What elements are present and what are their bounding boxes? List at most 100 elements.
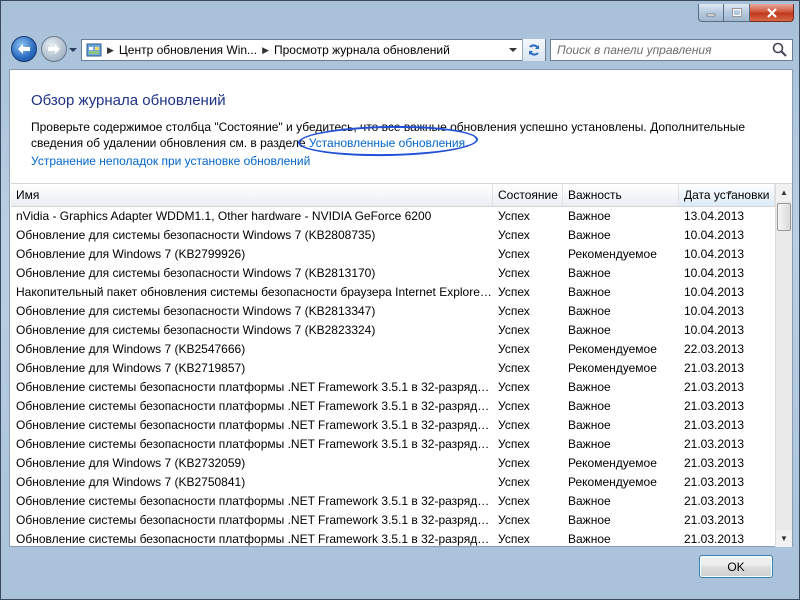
table-row[interactable]: Обновление системы безопасности платформ…: [11, 530, 775, 547]
maximize-icon: [731, 8, 742, 17]
table-row[interactable]: Обновление для системы безопасности Wind…: [11, 264, 775, 283]
back-button[interactable]: [11, 36, 37, 62]
table-row[interactable]: Обновление для Windows 7 (KB2719857) Успе…: [11, 359, 775, 378]
content-pane: Обзор журнала обновлений Проверьте содер…: [9, 69, 793, 547]
cell-name: Обновление системы безопасности платформ…: [16, 494, 493, 508]
cell-status: Успех: [498, 475, 530, 489]
close-button[interactable]: [750, 4, 794, 22]
cell-name: Обновление системы безопасности платформ…: [16, 399, 493, 413]
cell-name: Обновление системы безопасности платформ…: [16, 513, 493, 527]
troubleshoot-link[interactable]: Устранение неполадок при установке обнов…: [31, 154, 310, 168]
table-row[interactable]: Обновление для Windows 7 (KB2799926) Успе…: [11, 245, 775, 264]
table-row[interactable]: Обновление системы безопасности платформ…: [11, 378, 775, 397]
cell-status: Успех: [498, 418, 530, 432]
table-row[interactable]: nVidia - Graphics Adapter WDDM1.1, Other…: [11, 207, 775, 226]
table-row[interactable]: Обновление системы безопасности платформ…: [11, 416, 775, 435]
column-header-name[interactable]: Имя: [11, 184, 493, 206]
table-row[interactable]: Накопительный пакет обновления системы б…: [11, 283, 775, 302]
table-row[interactable]: Обновление системы безопасности платформ…: [11, 492, 775, 511]
cell-status: Успех: [498, 304, 530, 318]
cell-name: Обновление для системы безопасности Wind…: [16, 266, 376, 280]
cell-name: nVidia - Graphics Adapter WDDM1.1, Other…: [16, 209, 432, 223]
scroll-up-button[interactable]: ▲: [776, 184, 792, 201]
scrollbar-thumb[interactable]: [777, 203, 791, 231]
arrow-right-icon: [48, 44, 60, 54]
table-row[interactable]: Обновление для Windows 7 (KB2750841) Успе…: [11, 473, 775, 492]
cell-name: Обновление для системы безопасности Wind…: [16, 304, 376, 318]
cell-date: 21.03.2013: [684, 361, 745, 375]
cell-date: 21.03.2013: [684, 399, 745, 413]
cell-status: Успех: [498, 380, 530, 394]
cell-date: 10.04.2013: [684, 304, 745, 318]
address-bar[interactable]: ▶ Центр обновления Win... ▶ Просмотр жур…: [81, 39, 546, 61]
cell-importance: Рекомендуемое: [568, 456, 657, 470]
dialog-footer: OK: [1, 547, 799, 599]
maximize-button[interactable]: [724, 4, 750, 22]
cell-date: 21.03.2013: [684, 494, 745, 508]
cell-name: Обновление системы безопасности платформ…: [16, 380, 493, 394]
breadcrumb-separator-icon[interactable]: ▶: [260, 45, 271, 56]
navigation-bar: ▶ Центр обновления Win... ▶ Просмотр жур…: [9, 34, 793, 64]
address-dropdown-button[interactable]: [505, 40, 521, 60]
cell-date: 21.03.2013: [684, 380, 745, 394]
cell-importance: Рекомендуемое: [568, 475, 657, 489]
list-header: Имя Состояние Важность ▼ Дата установки: [11, 184, 775, 207]
cell-importance: Важное: [568, 494, 611, 508]
cell-status: Успех: [498, 361, 530, 375]
table-row[interactable]: Обновление системы безопасности платформ…: [11, 397, 775, 416]
refresh-button[interactable]: [522, 39, 545, 61]
sort-descending-icon: ▼: [726, 190, 734, 197]
cell-status: Успех: [498, 323, 530, 337]
cell-status: Успех: [498, 285, 530, 299]
cell-importance: Важное: [568, 323, 611, 337]
refresh-icon: [529, 44, 539, 56]
page-title: Обзор журнала обновлений: [31, 92, 226, 109]
cell-importance: Важное: [568, 285, 611, 299]
scroll-up-icon: ▲: [780, 188, 788, 197]
search-box[interactable]: Поиск в панели управления: [550, 39, 793, 61]
cell-date: 21.03.2013: [684, 418, 745, 432]
breadcrumb-windows-update[interactable]: Центр обновления Win...: [116, 43, 260, 57]
cell-date: 22.03.2013: [684, 342, 745, 356]
ok-button[interactable]: OK: [699, 555, 773, 578]
forward-button[interactable]: [41, 36, 67, 62]
cell-status: Успех: [498, 456, 530, 470]
table-row[interactable]: Обновление системы безопасности платформ…: [11, 435, 775, 454]
table-row[interactable]: Обновление системы безопасности платформ…: [11, 511, 775, 530]
cell-date: 21.03.2013: [684, 456, 745, 470]
column-header-importance[interactable]: Важность: [563, 184, 679, 206]
chevron-down-icon: [69, 48, 77, 52]
cell-name: Обновление для Windows 7 (KB2750841): [16, 475, 246, 489]
cell-importance: Важное: [568, 418, 611, 432]
minimize-button[interactable]: [698, 4, 724, 22]
cell-status: Успех: [498, 437, 530, 451]
cell-status: Успех: [498, 228, 530, 242]
cell-status: Успех: [498, 342, 530, 356]
cell-status: Успех: [498, 532, 530, 546]
recent-pages-button[interactable]: [68, 44, 78, 54]
cell-status: Успех: [498, 494, 530, 508]
table-row[interactable]: Обновление для Windows 7 (KB2547666) Успе…: [11, 340, 775, 359]
search-placeholder[interactable]: Поиск в панели управления: [551, 43, 771, 57]
table-row[interactable]: Обновление для системы безопасности Wind…: [11, 321, 775, 340]
cell-name: Обновление системы безопасности платформ…: [16, 437, 493, 451]
cell-importance: Важное: [568, 513, 611, 527]
table-row[interactable]: Обновление для системы безопасности Wind…: [11, 226, 775, 245]
search-icon[interactable]: [771, 41, 789, 59]
breadcrumb-update-history[interactable]: Просмотр журнала обновлений: [271, 43, 453, 57]
cell-importance: Важное: [568, 209, 611, 223]
table-row[interactable]: Обновление для Windows 7 (KB2732059) Успе…: [11, 454, 775, 473]
breadcrumb-separator-icon[interactable]: ▶: [105, 45, 116, 56]
cell-date: 21.03.2013: [684, 532, 745, 546]
cell-importance: Важное: [568, 266, 611, 280]
control-panel-icon: [86, 43, 102, 57]
cell-status: Успех: [498, 247, 530, 261]
table-row[interactable]: Обновление для системы безопасности Wind…: [11, 302, 775, 321]
column-header-status[interactable]: Состояние: [493, 184, 563, 206]
cell-importance: Важное: [568, 380, 611, 394]
cell-name: Обновление для Windows 7 (KB2719857): [16, 361, 246, 375]
column-header-date[interactable]: ▼ Дата установки: [679, 184, 775, 206]
scroll-down-button[interactable]: ▼: [776, 530, 792, 547]
cell-name: Обновление системы безопасности платформ…: [16, 418, 493, 432]
vertical-scrollbar[interactable]: ▲ ▼: [775, 184, 792, 547]
